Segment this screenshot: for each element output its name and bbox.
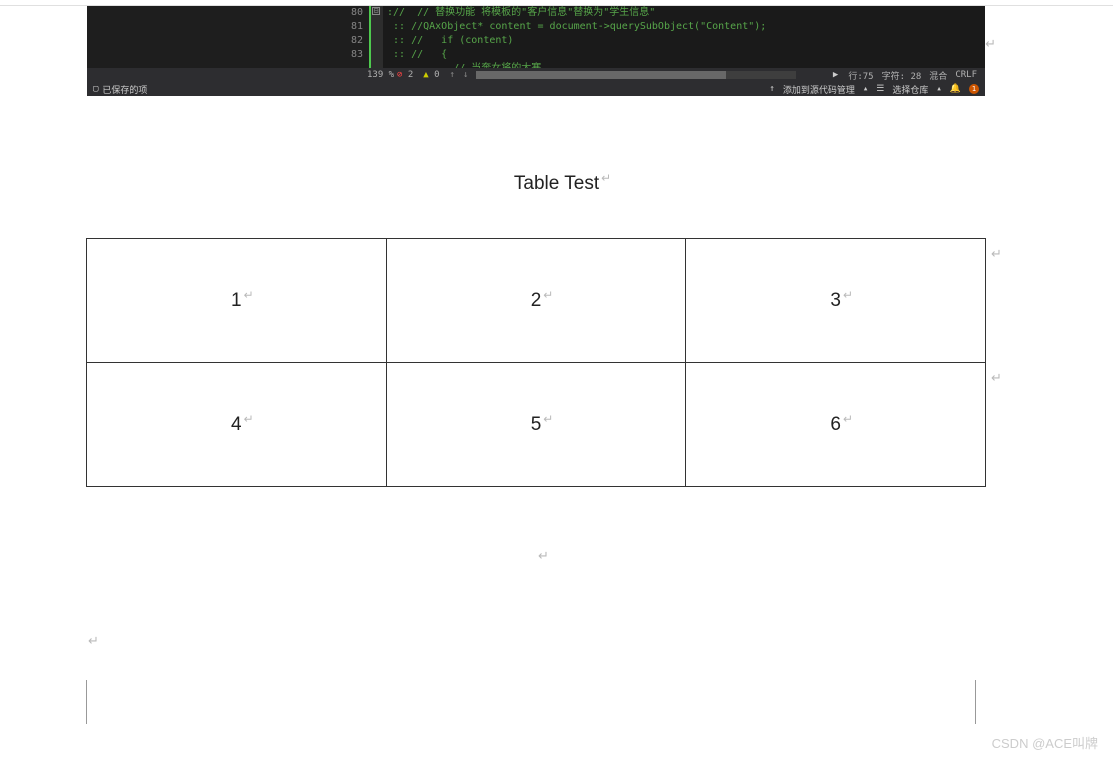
code-text: :// // 替换功能 将模板的"客户信息"替换为"学生信息" :: //QAx…	[383, 6, 985, 68]
caret-up-icon[interactable]: ▴	[936, 84, 941, 94]
scrollbar-thumb[interactable]	[476, 71, 726, 79]
up-arrow-icon[interactable]: ↑	[450, 70, 455, 80]
cell-text: 5	[531, 414, 542, 435]
code-line: :// // 替换功能 将模板的"客户信息"替换为"学生信息"	[387, 6, 985, 20]
paragraph-mark-icon: ↵	[843, 288, 853, 302]
ide-status-bar-2: ▢ 已保存的项 ↑ 添加到源代码管理 ▴ ☰ 选择仓库 ▴ 🔔 1	[87, 82, 985, 96]
up-arrow-icon: ↑	[769, 84, 774, 94]
play-icon[interactable]: ▶	[833, 70, 838, 80]
saved-status: 已保存的项	[102, 83, 147, 96]
table-cell[interactable]: 5↵	[386, 363, 686, 487]
zoom-level[interactable]: 139 %	[367, 70, 394, 80]
cell-text: 6	[830, 414, 841, 435]
repo-icon: ☰	[876, 84, 884, 94]
encoding-mode: 混合	[929, 69, 947, 82]
status-right-group: ↑ 添加到源代码管理 ▴ ☰ 选择仓库 ▴ 🔔 1	[769, 83, 979, 96]
down-arrow-icon[interactable]: ↓	[463, 70, 468, 80]
paragraph-mark-icon: ↵	[985, 36, 996, 52]
change-marker	[369, 6, 371, 68]
cell-text: 1	[231, 290, 242, 311]
title-text: Table Test	[514, 173, 599, 194]
error-dot-icon: ⊘	[397, 70, 402, 80]
table-cell[interactable]: 6↵	[686, 363, 986, 487]
document-title: Table Test↵	[0, 173, 1113, 195]
warning-dot-icon: ▲	[423, 70, 428, 80]
line-number: 80	[351, 6, 363, 20]
table-row: 1↵ 2↵ 3↵	[87, 239, 986, 363]
error-count: 2	[408, 70, 413, 80]
error-indicators[interactable]: ⊘ 2 ▲ 0	[397, 70, 440, 80]
chat-icon[interactable]: ▢	[93, 84, 98, 94]
page-crop-mark-left	[49, 680, 87, 724]
char-info: 字符: 28	[882, 69, 922, 82]
paragraph-mark-icon: ↵	[601, 171, 611, 185]
ide-screenshot: 80 81 82 83 ⊟ :// // 替换功能 将模板的"客户信息"替换为"…	[87, 6, 985, 96]
paragraph-mark-icon: ↵	[991, 246, 1002, 262]
paragraph-mark-icon: ↵	[538, 548, 549, 564]
page-crop-mark-right	[975, 680, 1013, 724]
paragraph-mark-icon: ↵	[843, 412, 853, 426]
paragraph-mark-icon: ↵	[244, 288, 254, 302]
code-line: :: // if (content)	[387, 34, 985, 48]
notification-badge: 1	[969, 84, 979, 94]
paragraph-mark-icon: ↵	[543, 412, 553, 426]
code-line: :: // {	[387, 48, 985, 62]
line-info: 行:75	[848, 69, 873, 82]
paragraph-mark-icon: ↵	[88, 633, 99, 649]
horizontal-scrollbar[interactable]	[476, 71, 796, 79]
test-table: 1↵ 2↵ 3↵ 4↵ 5↵ 6↵	[86, 238, 986, 487]
paragraph-mark-icon: ↵	[543, 288, 553, 302]
line-numbers: 80 81 82 83	[351, 6, 363, 62]
cell-text: 2	[531, 290, 542, 311]
nav-arrows[interactable]: ↑ ↓	[450, 70, 469, 80]
select-repo[interactable]: 选择仓库	[892, 83, 928, 96]
paragraph-mark-icon: ↵	[991, 370, 1002, 386]
line-ending: CRLF	[955, 70, 977, 80]
fold-bar: ⊟	[369, 6, 383, 68]
gutter: 80 81 82 83 ⊟	[87, 6, 383, 68]
table-cell[interactable]: 3↵	[686, 239, 986, 363]
cell-text: 3	[830, 290, 841, 311]
paragraph-mark-icon: ↵	[244, 412, 254, 426]
table-row: 4↵ 5↵ 6↵	[87, 363, 986, 487]
bell-icon[interactable]: 🔔	[950, 84, 961, 94]
cell-text: 4	[231, 414, 242, 435]
ide-status-bar-1: 139 % ⊘ 2 ▲ 0 ↑ ↓ ▶ 行:75 字符: 28 混合 CRLF	[87, 68, 985, 82]
fold-collapse-icon[interactable]: ⊟	[372, 7, 380, 15]
line-number: 83	[351, 48, 363, 62]
code-line: :: //QAxObject* content = document->quer…	[387, 20, 985, 34]
table-cell[interactable]: 1↵	[87, 239, 387, 363]
add-to-source-control[interactable]: 添加到源代码管理	[783, 83, 855, 96]
caret-up-icon[interactable]: ▴	[863, 84, 868, 94]
watermark: CSDN @ACE叫牌	[992, 733, 1098, 752]
line-number: 81	[351, 20, 363, 34]
warning-count: 0	[434, 70, 439, 80]
table-cell[interactable]: 4↵	[87, 363, 387, 487]
line-number: 82	[351, 34, 363, 48]
table-cell[interactable]: 2↵	[386, 239, 686, 363]
ide-code-area: 80 81 82 83 ⊟ :// // 替换功能 将模板的"客户信息"替换为"…	[87, 6, 985, 68]
